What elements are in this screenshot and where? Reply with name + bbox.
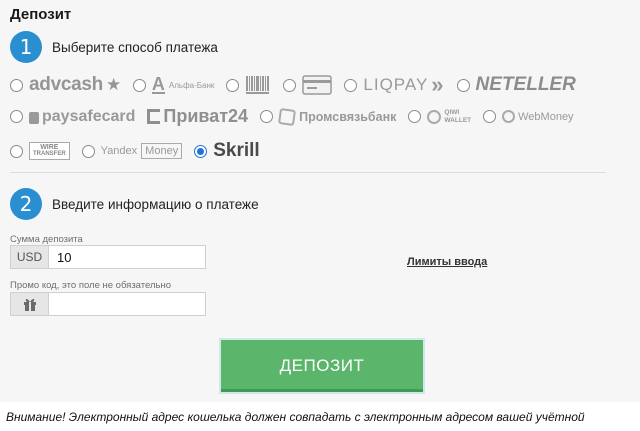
payment-option-alfabank[interactable]: А Альфа-Банк — [132, 74, 215, 94]
chevrons-right-icon: » — [431, 72, 445, 97]
qiwi-logo: QIWI WALLET — [427, 109, 471, 125]
skrill-logo: Skrill — [213, 140, 260, 161]
radio-advcash[interactable] — [10, 78, 23, 92]
privat-square-icon — [147, 109, 161, 124]
amount-label: Сумма депозита — [10, 234, 83, 245]
step-1-header: 1 Выберите способ платежа — [10, 31, 218, 63]
payment-option-advcash[interactable]: advcash ★ — [10, 74, 121, 96]
alfabank-logo: А Альфа-Банк — [151, 74, 215, 94]
step-2-header: 2 Введите информацию о платеже — [10, 188, 259, 220]
radio-promsvyazbank[interactable] — [260, 110, 274, 123]
lock-icon — [29, 111, 39, 124]
radio-card[interactable] — [283, 78, 297, 92]
radio-webmoney[interactable] — [483, 110, 497, 123]
payment-option-promsvyazbank[interactable]: Промсвязьбанк — [260, 107, 396, 126]
wallet-email-notice: Внимание! Электронный адрес кошелька дол… — [0, 402, 640, 431]
promo-input-group — [10, 292, 206, 316]
promo-label: Промо код, это поле не обязательно — [10, 280, 171, 291]
psb-emblem-icon — [278, 107, 297, 126]
wire-transfer-logo: WIRE TRANSFER — [29, 142, 70, 160]
neteller-logo: NETELLER — [475, 74, 576, 95]
step-2-badge: 2 — [10, 188, 42, 220]
payment-option-wire-transfer[interactable]: WIRE TRANSFER — [10, 142, 70, 160]
step-1-badge: 1 — [10, 31, 42, 63]
yandex-money-logo: Yandex Money — [101, 143, 183, 159]
amount-input-group: USD 10 — [10, 245, 206, 269]
radio-skrill[interactable] — [194, 144, 208, 158]
page-title: Депозит — [10, 6, 72, 23]
payment-option-skrill[interactable]: Skrill — [194, 140, 260, 162]
input-limits-link[interactable]: Лимиты ввода — [407, 256, 487, 268]
section-divider — [10, 172, 606, 173]
bank-card-icon — [302, 75, 333, 95]
amount-input[interactable]: 10 — [49, 246, 205, 268]
radio-qiwi[interactable] — [408, 110, 422, 123]
deposit-button[interactable]: ДЕПОЗИТ — [219, 338, 425, 394]
promo-input[interactable] — [49, 293, 205, 315]
step-2-label: Введите информацию о платеже — [52, 196, 259, 212]
paysafecard-logo: paysafecard — [29, 108, 135, 126]
radio-barcode[interactable] — [226, 78, 240, 92]
barcode-icon — [245, 75, 271, 95]
promsvyazbank-logo: Промсвязьбанк — [278, 107, 396, 126]
gift-icon — [11, 293, 49, 315]
payment-option-neteller[interactable]: NETELLER — [456, 74, 576, 96]
qiwi-circle-icon — [427, 109, 442, 124]
radio-neteller[interactable] — [456, 78, 470, 92]
radio-paysafecard[interactable] — [10, 110, 23, 123]
payment-methods-row-1: advcash ★ А Альфа-Банк LIQPAY » NETELLER — [10, 72, 588, 98]
webmoney-logo: WebMoney — [502, 110, 574, 123]
payment-option-webmoney[interactable]: WebMoney — [483, 110, 574, 123]
payment-option-barcode[interactable] — [226, 75, 271, 95]
payment-option-privat24[interactable]: Приват24 — [147, 106, 248, 127]
radio-yandex-money[interactable] — [81, 144, 95, 158]
webmoney-globe-icon — [502, 110, 516, 123]
advcash-logo: advcash ★ — [29, 74, 121, 95]
payment-option-paysafecard[interactable]: paysafecard — [10, 108, 135, 126]
payment-methods-row-2: paysafecard Приват24 Промсвязьбанк QIWI … — [10, 106, 586, 127]
liqpay-logo: LIQPAY » — [363, 72, 445, 97]
alfa-a-icon: А — [151, 74, 165, 94]
payment-option-liqpay[interactable]: LIQPAY » — [344, 72, 444, 98]
radio-liqpay[interactable] — [344, 78, 358, 92]
payment-option-card[interactable] — [283, 75, 333, 95]
currency-addon: USD — [11, 246, 49, 268]
payment-option-yandex-money[interactable]: Yandex Money — [81, 143, 183, 159]
radio-wire-transfer[interactable] — [10, 144, 23, 158]
radio-alfabank[interactable] — [132, 78, 146, 92]
payment-option-qiwi[interactable]: QIWI WALLET — [408, 109, 471, 125]
payment-methods-row-3: WIRE TRANSFER Yandex Money Skrill — [10, 140, 272, 162]
step-1-label: Выберите способ платежа — [52, 39, 218, 55]
privat24-logo: Приват24 — [147, 106, 248, 127]
star-icon: ★ — [105, 75, 121, 94]
